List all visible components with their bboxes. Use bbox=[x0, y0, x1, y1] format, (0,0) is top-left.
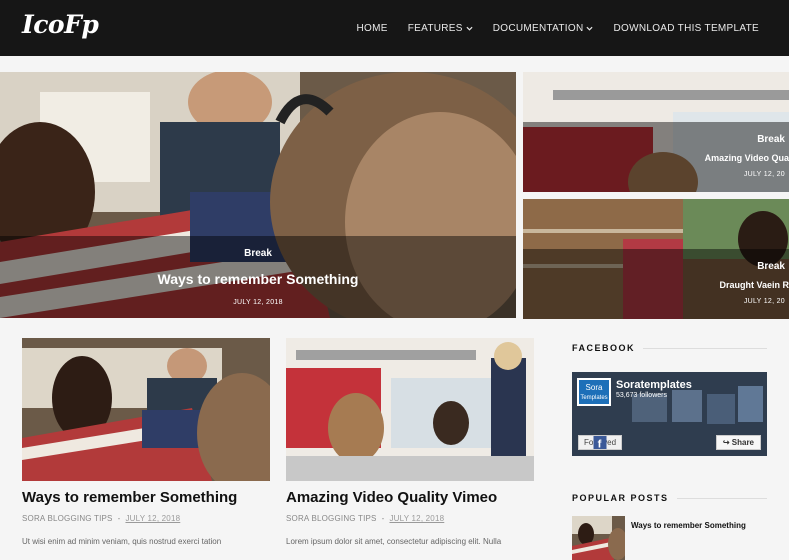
title-rule bbox=[676, 497, 767, 499]
share-icon: ↪ bbox=[722, 438, 732, 447]
nav-features-label: FEATURES bbox=[407, 22, 463, 34]
nav-home-label: HOME bbox=[356, 22, 388, 34]
site-logo[interactable]: IcoFp bbox=[22, 10, 99, 39]
slide-date: JULY 12, 20 bbox=[743, 298, 785, 305]
slide-category[interactable]: Break bbox=[523, 261, 789, 272]
featured-slide-side-b[interactable]: Break Draught Vaein R JULY 12, 20 bbox=[523, 199, 789, 319]
popular-post-title[interactable]: Ways to remember Something bbox=[631, 516, 746, 560]
nav-home[interactable]: HOME bbox=[357, 23, 388, 34]
post-date: JULY 12, 2018 bbox=[125, 514, 181, 523]
post-excerpt: Ut wisi enim ad minim veniam, quis nostr… bbox=[22, 537, 222, 546]
post-excerpt: Lorem ipsum dolor sit amet, consectetur … bbox=[286, 537, 502, 546]
meta-separator: - bbox=[117, 514, 121, 523]
nav-features[interactable]: FEATURES bbox=[408, 23, 473, 34]
facebook-page-logo: Sora Templates bbox=[577, 378, 611, 406]
fb-logo-line-2: Templates bbox=[580, 395, 608, 401]
post-date: JULY 12, 2018 bbox=[389, 514, 445, 523]
post-thumbnail[interactable] bbox=[286, 338, 534, 481]
share-label: Share bbox=[731, 438, 754, 447]
slide-category[interactable]: Break bbox=[0, 248, 516, 259]
featured-slider: Break Ways to remember Something JULY 12… bbox=[0, 72, 789, 319]
office-meeting-thumbnail bbox=[286, 338, 534, 481]
facebook-followed-button[interactable]: f Followed bbox=[578, 435, 623, 450]
post-author[interactable]: SORA BLOGGING TIPS bbox=[286, 514, 377, 523]
post-card: Amazing Video Quality Vimeo SORA BLOGGIN… bbox=[286, 338, 534, 546]
facebook-widget-title: FACEBOOK bbox=[572, 343, 767, 353]
chevron-down-icon bbox=[466, 26, 473, 31]
post-card: Ways to remember Something SORA BLOGGING… bbox=[22, 338, 270, 546]
facebook-icon: f bbox=[593, 436, 607, 449]
slide-category[interactable]: Break bbox=[523, 134, 789, 145]
slide-date: JULY 12, 2018 bbox=[233, 299, 283, 306]
meta-separator: - bbox=[381, 514, 385, 523]
facebook-followers: 53,673 followers bbox=[616, 392, 667, 399]
slide-caption: Break Ways to remember Something JULY 12… bbox=[0, 236, 516, 318]
facebook-widget-heading: FACEBOOK bbox=[572, 343, 636, 353]
post-meta: SORA BLOGGING TIPS - JULY 12, 2018 bbox=[286, 514, 534, 523]
slide-title[interactable]: Ways to remember Something bbox=[0, 271, 516, 287]
post-meta: SORA BLOGGING TIPS - JULY 12, 2018 bbox=[22, 514, 270, 523]
fb-logo-line-1: Sora bbox=[585, 383, 603, 392]
featured-slide-main[interactable]: Break Ways to remember Something JULY 12… bbox=[0, 72, 516, 318]
chevron-down-icon bbox=[586, 26, 594, 31]
popular-post-thumbnail[interactable] bbox=[572, 516, 625, 560]
title-rule bbox=[643, 347, 767, 349]
facebook-share-button[interactable]: ↪ Share bbox=[715, 435, 761, 450]
main-nav: HOME FEATURES DOCUMENTATION DOWNLOAD THI… bbox=[357, 0, 759, 56]
slide-title[interactable]: Amazing Video Qua bbox=[523, 153, 789, 163]
sidebar: FACEBOOK Sora Templates Soratemplates 53… bbox=[572, 343, 767, 560]
popular-post-item[interactable]: Ways to remember Something bbox=[572, 516, 767, 560]
car-flag-thumbnail bbox=[22, 338, 270, 481]
svg-text:f: f bbox=[598, 438, 602, 449]
post-thumbnail[interactable] bbox=[22, 338, 270, 481]
car-flag-thumbnail bbox=[572, 516, 625, 560]
popular-posts-title: POPULAR POSTS bbox=[572, 493, 767, 503]
post-title[interactable]: Ways to remember Something bbox=[22, 489, 270, 506]
nav-documentation[interactable]: DOCUMENTATION bbox=[493, 23, 594, 34]
nav-download-label: DOWNLOAD THIS TEMPLATE bbox=[613, 22, 759, 34]
slide-date: JULY 12, 20 bbox=[743, 171, 785, 178]
nav-documentation-label: DOCUMENTATION bbox=[492, 22, 584, 34]
featured-slide-side-a[interactable]: Break Amazing Video Qua JULY 12, 20 bbox=[523, 72, 789, 192]
top-navbar: IcoFp HOME FEATURES DOCUMENTATION DOWNLO… bbox=[0, 0, 789, 56]
facebook-page-plugin[interactable]: Sora Templates Soratemplates 53,673 foll… bbox=[572, 372, 767, 456]
post-title[interactable]: Amazing Video Quality Vimeo bbox=[286, 489, 534, 506]
slide-caption: Break Amazing Video Qua JULY 12, 20 bbox=[523, 122, 789, 192]
nav-download-template[interactable]: DOWNLOAD THIS TEMPLATE bbox=[613, 23, 759, 34]
post-author[interactable]: SORA BLOGGING TIPS bbox=[22, 514, 113, 523]
slide-title[interactable]: Draught Vaein R bbox=[523, 280, 789, 290]
popular-posts-heading: POPULAR POSTS bbox=[572, 493, 669, 503]
slide-caption: Break Draught Vaein R JULY 12, 20 bbox=[523, 249, 789, 319]
facebook-page-name[interactable]: Soratemplates bbox=[616, 379, 692, 391]
